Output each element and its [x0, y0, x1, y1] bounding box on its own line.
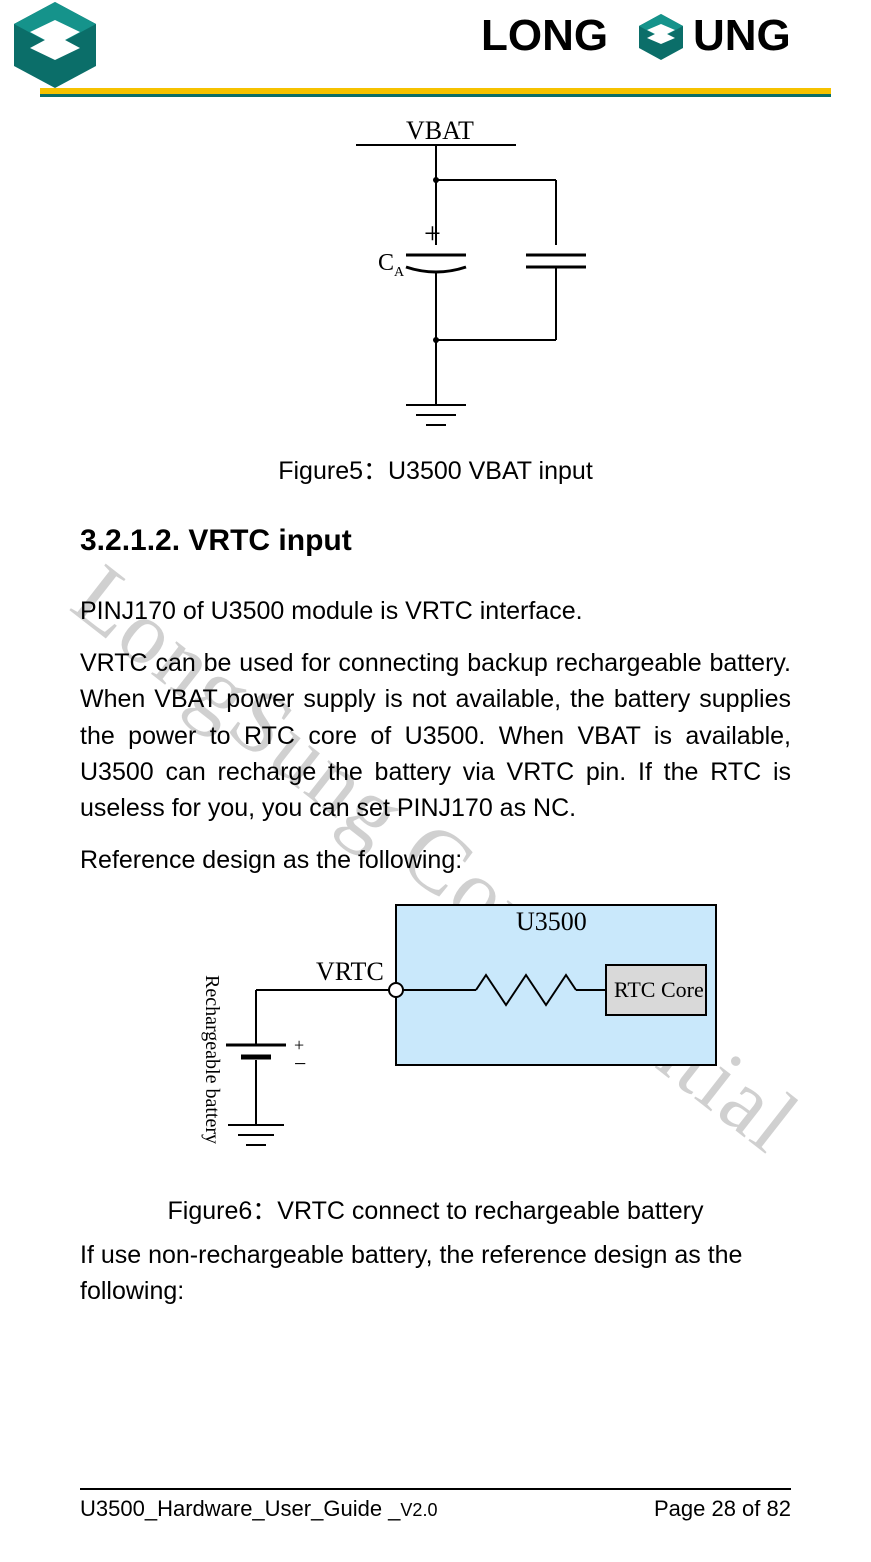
page-header: LONG UNG — [0, 0, 871, 95]
ca-plus: + — [424, 217, 441, 250]
footer-page-number: Page 28 of 82 — [654, 1496, 791, 1522]
vbat-label: VBAT — [406, 116, 474, 145]
paragraph-pinj170: PINJ170 of U3500 module is VRTC interfac… — [80, 593, 791, 629]
brand-logo-left-icon — [10, 0, 100, 95]
page: LONG UNG LongSung Confidential VBAT — [0, 0, 871, 1562]
vrtc-label: VRTC — [316, 957, 384, 986]
battery-minus: − — [294, 1051, 306, 1076]
header-rule — [0, 88, 831, 94]
paragraph-reference: Reference design as the following: — [80, 842, 791, 878]
rtc-core-label: RTC Core — [614, 977, 704, 1002]
rechargeable-battery-label: Rechargeable battery — [201, 975, 223, 1144]
page-footer: U3500_Hardware_User_Guide _V2.0 Page 28 … — [80, 1488, 791, 1522]
figure6-caption: Figure6：VRTC connect to rechargeable bat… — [80, 1193, 791, 1229]
brand-text-right: UNG — [693, 11, 791, 60]
section-heading-vrtc: 3.2.1.2. VRTC input — [80, 519, 791, 563]
footer-doc: U3500_Hardware_User_Guide _V2.0 — [80, 1496, 437, 1522]
ca-label: CA — [378, 250, 405, 280]
u3500-box-label: U3500 — [516, 907, 587, 936]
brand-cube-icon — [639, 14, 683, 60]
figure6-diagram: U3500 RTC Core VRTC + — [146, 895, 726, 1185]
page-content: VBAT + CA — [80, 115, 791, 1452]
paragraph-nonrechargeable: If use non-rechargeable battery, the ref… — [80, 1237, 791, 1310]
brand-wordmark: LONG UNG — [481, 8, 831, 69]
paragraph-vrtc-desc: VRTC can be used for connecting backup r… — [80, 645, 791, 826]
figure5-diagram: VBAT + CA — [286, 115, 586, 445]
brand-text-left: LONG — [481, 11, 608, 60]
figure5-caption: Figure5：U3500 VBAT input — [80, 453, 791, 489]
